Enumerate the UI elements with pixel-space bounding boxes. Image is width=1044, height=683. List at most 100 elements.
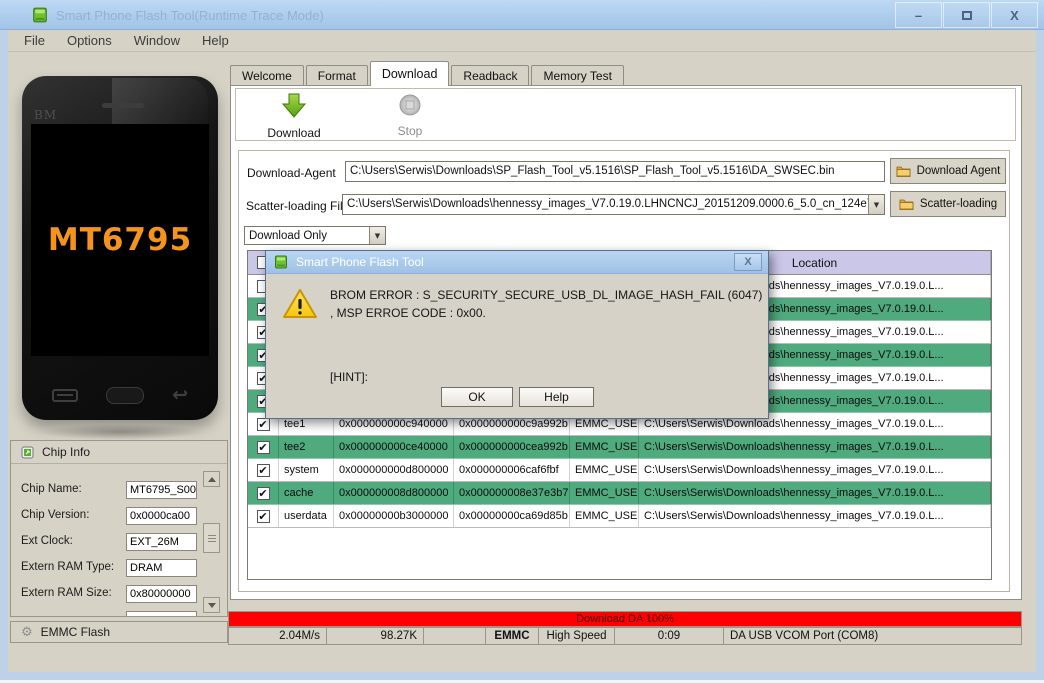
cell-name: tee2	[279, 436, 334, 458]
tab-readback[interactable]: Readback	[451, 65, 530, 86]
cell-region: EMMC_USER	[570, 436, 639, 458]
ram-type-field-label: Extern RAM Type:	[21, 561, 115, 573]
cell-checkbox: ✔	[248, 459, 279, 481]
status-speed: 2.04M/s	[229, 628, 327, 644]
cell-name: cache	[279, 482, 334, 504]
chip-name-field-label: Chip Name:	[21, 483, 82, 495]
row-checkbox[interactable]: ✔	[256, 440, 270, 454]
scroll-up-button[interactable]	[203, 471, 220, 487]
ext-clock-field[interactable]: EXT_26M	[126, 533, 197, 551]
error-message: BROM ERROR : S_SECURITY_SECURE_USB_DL_IM…	[330, 288, 763, 320]
scatter-file-label: Scatter-loading File	[246, 199, 350, 213]
emmc-flash-title: EMMC Flash	[40, 625, 110, 639]
cell-location: C:\Users\Serwis\Downloads\hennessy_image…	[639, 482, 991, 504]
chip-version-field[interactable]: 0x0000ca00	[126, 507, 197, 525]
scroll-down-button[interactable]	[203, 597, 220, 613]
row-checkbox[interactable]: ✔	[256, 463, 270, 477]
tab-download[interactable]: Download	[369, 61, 450, 86]
ram-type-field[interactable]: DRAM	[126, 559, 197, 577]
table-row[interactable]: ✔ cache 0x000000008d800000 0x000000008e37e3…	[248, 482, 991, 505]
dialog-title-bar: Smart Phone Flash Tool X	[266, 251, 768, 274]
download-mode-select[interactable]: Download Only ▼	[244, 226, 386, 245]
download-button-label: Download	[267, 126, 321, 140]
chip-info-icon	[21, 446, 34, 458]
table-row[interactable]: ✔ userdata 0x00000000b3000000 0x00000000ca6…	[248, 505, 991, 528]
menu-options[interactable]: Options	[67, 31, 118, 50]
scatter-button-label: Scatter-loading	[919, 198, 998, 210]
dialog-body: BROM ERROR : S_SECURITY_SECURE_USB_DL_IM…	[266, 274, 768, 418]
cell-location: C:\Users\Serwis\Downloads\hennessy_image…	[639, 436, 991, 458]
chip-info-panel: Chip Info Chip Name: MT6795_S00 Chip Ver…	[10, 440, 228, 617]
scroll-up-icon	[207, 476, 216, 482]
close-button[interactable]: X	[991, 2, 1038, 28]
scatter-combo-dropdown-icon[interactable]: ▼	[868, 195, 884, 214]
download-mode-value: Download Only	[249, 230, 327, 242]
download-agent-label: Download-Agent	[247, 166, 336, 180]
minimize-button[interactable]: –	[895, 2, 942, 28]
tab-format[interactable]: Format	[305, 65, 368, 86]
folder-icon	[899, 199, 914, 210]
action-toolbar: Download Stop	[235, 88, 1016, 141]
row-checkbox[interactable]: ✔	[256, 486, 270, 500]
download-button[interactable]: Download	[256, 93, 332, 140]
help-button[interactable]: Help	[519, 387, 594, 407]
partial-field	[126, 611, 197, 616]
cell-end: 0x000000006caf6fbf	[454, 459, 570, 481]
ext-clock-field-label: Ext Clock:	[21, 535, 73, 547]
cell-location: C:\Users\Serwis\Downloads\hennessy_image…	[639, 459, 991, 481]
ok-button[interactable]: OK	[441, 387, 513, 407]
emmc-flash-header[interactable]: ⚙ EMMC Flash	[10, 621, 228, 643]
phone-brand-label: BM	[34, 108, 58, 122]
warning-icon	[282, 288, 318, 325]
cell-region: EMMC_USER	[570, 482, 639, 504]
maximize-button[interactable]	[943, 2, 990, 28]
scatter-browse-button[interactable]: Scatter-loading	[890, 191, 1006, 217]
window-border-bottom	[0, 672, 1044, 680]
phone-nav-row: ↩	[22, 386, 218, 405]
app-window: Smart Phone Flash Tool(Runtime Trace Mod…	[0, 0, 1044, 683]
phone-shadow	[40, 424, 202, 440]
row-checkbox[interactable]: ✔	[256, 509, 270, 523]
cell-end: 0x000000000cea992b	[454, 436, 570, 458]
cell-name: userdata	[279, 505, 334, 527]
chip-name-field[interactable]: MT6795_S00	[126, 481, 197, 499]
maximize-icon	[961, 10, 972, 20]
progress-label: Download DA 100%	[576, 613, 674, 625]
status-storage-type: EMMC	[486, 628, 539, 644]
download-agent-browse-button[interactable]: Download Agent	[890, 158, 1006, 184]
menu-window[interactable]: Window	[134, 31, 186, 50]
chip-info-header[interactable]: Chip Info	[11, 441, 227, 464]
tab-welcome[interactable]: Welcome	[230, 65, 304, 86]
download-agent-input[interactable]: C:\Users\Serwis\Downloads\SP_Flash_Tool_…	[345, 161, 885, 182]
cell-region: EMMC_USER	[570, 459, 639, 481]
scatter-file-path: C:\Users\Serwis\Downloads\hennessy_image…	[347, 198, 868, 210]
cell-begin: 0x000000000d800000	[334, 459, 454, 481]
stop-button[interactable]: Stop	[372, 93, 448, 138]
cell-end: 0x000000008e37e3b7	[454, 482, 570, 504]
tab-strip: Welcome Format Download Readback Memory …	[230, 61, 626, 86]
menu-file[interactable]: File	[24, 31, 51, 50]
status-usb-speed: High Speed	[539, 628, 615, 644]
chip-name-label: MT6795	[47, 222, 193, 258]
row-checkbox[interactable]: ✔	[256, 417, 270, 431]
error-dialog: Smart Phone Flash Tool X BROM ERROR : S_…	[265, 250, 769, 419]
window-title: Smart Phone Flash Tool(Runtime Trace Mod…	[56, 8, 324, 23]
chip-info-scrollbar[interactable]	[203, 471, 220, 613]
folder-icon	[896, 166, 911, 177]
mode-dropdown-icon[interactable]: ▼	[369, 227, 385, 244]
dialog-title: Smart Phone Flash Tool	[296, 255, 424, 269]
dialog-close-button[interactable]: X	[734, 253, 762, 271]
ram-size-field-label: Extern RAM Size:	[21, 587, 112, 599]
tab-memory-test[interactable]: Memory Test	[531, 65, 624, 86]
phone-menu-icon	[52, 389, 78, 402]
table-row[interactable]: ✔ system 0x000000000d800000 0x000000006caf6…	[248, 459, 991, 482]
scatter-file-combo[interactable]: C:\Users\Serwis\Downloads\hennessy_image…	[342, 194, 885, 215]
cell-name: system	[279, 459, 334, 481]
title-bar: Smart Phone Flash Tool(Runtime Trace Mod…	[0, 0, 1044, 30]
menu-help[interactable]: Help	[202, 31, 235, 50]
table-row[interactable]: ✔ tee2 0x000000000ce40000 0x000000000cea992…	[248, 436, 991, 459]
ram-size-field[interactable]: 0x80000000	[126, 585, 197, 603]
scroll-thumb[interactable]	[203, 523, 220, 553]
phone-illustration: BM MT6795 ↩	[22, 76, 218, 420]
chip-info-title: Chip Info	[42, 445, 91, 459]
